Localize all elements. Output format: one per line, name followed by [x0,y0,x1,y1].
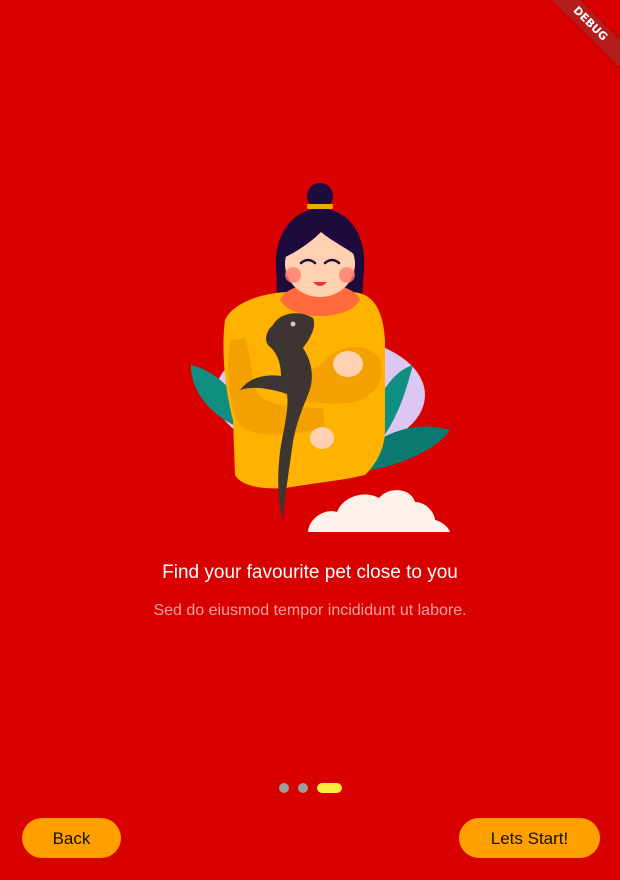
girl-holding-lizard-illustration [190,183,450,532]
hand-right [333,351,363,377]
page-indicator-dot-3-active[interactable] [316,783,342,793]
cloud [308,490,450,532]
back-button[interactable]: Back [22,818,121,858]
cheek-left [285,267,301,283]
page-indicator-dot-2[interactable] [297,783,308,793]
debug-label: DEBUG [540,0,620,74]
cheek-right [339,267,355,283]
debug-banner: DEBUG [530,0,620,90]
page-indicator [0,783,620,793]
lizard-eye [290,321,296,327]
onboarding-title: Find your favourite pet close to you [162,562,458,583]
hand-left [310,427,334,449]
onboarding-screen: DEBUG Find your favourite pet close to y… [0,0,620,880]
lets-start-button[interactable]: Lets Start! [459,818,600,858]
page-indicator-dot-1[interactable] [278,783,289,793]
onboarding-subtitle: Sed do eiusmod tempor incididunt ut labo… [153,602,467,619]
